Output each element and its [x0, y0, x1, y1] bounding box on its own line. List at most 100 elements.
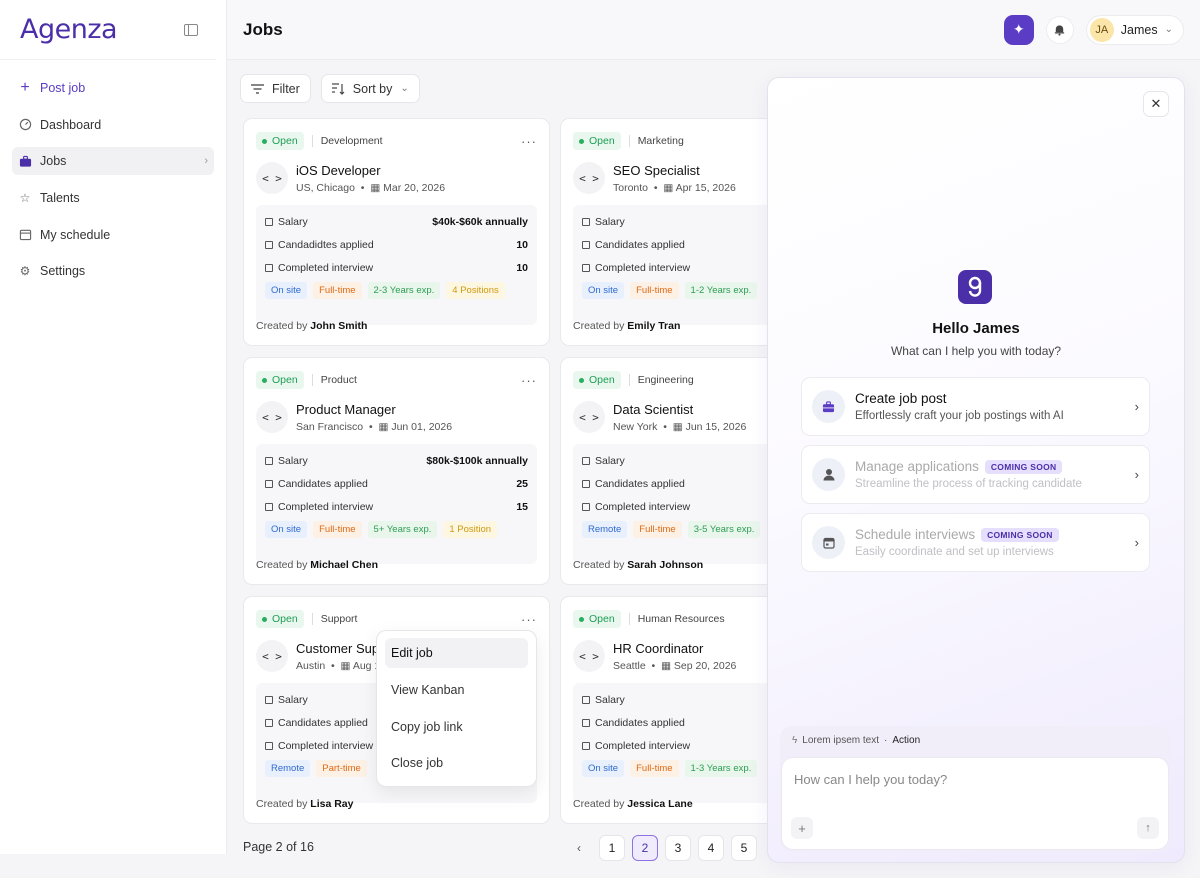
- composer-action-link[interactable]: Action: [892, 735, 920, 746]
- page-button-current[interactable]: 2: [632, 835, 658, 861]
- more-options-icon[interactable]: ···: [521, 134, 537, 149]
- page-button[interactable]: 3: [665, 835, 691, 861]
- users-icon: [582, 480, 590, 489]
- job-card[interactable]: Open Product ··· < > Product Manager San…: [243, 357, 550, 585]
- money-icon: [265, 217, 273, 226]
- stat-label: Candadidtes applied: [278, 239, 374, 252]
- calendar-icon: [812, 526, 845, 559]
- attach-button[interactable]: +: [791, 817, 813, 839]
- calendar-icon: ▦: [370, 181, 381, 194]
- brand-logo[interactable]: Agenza: [20, 14, 118, 45]
- job-meta: Toronto • ▦ Apr 15, 2026: [613, 181, 736, 194]
- prev-page-button[interactable]: ‹: [566, 835, 592, 861]
- sidebar-collapse-icon[interactable]: [184, 23, 198, 36]
- option-title: Create job post: [855, 391, 1064, 406]
- status-dot: [579, 377, 584, 383]
- job-title[interactable]: Data Scientist: [613, 402, 746, 417]
- created-prefix: Created by: [256, 559, 308, 571]
- divider: [311, 374, 313, 386]
- job-category: Development: [320, 135, 383, 147]
- page-button[interactable]: 4: [698, 835, 724, 861]
- assistant-prompt-input[interactable]: [794, 772, 1154, 787]
- job-tag: On site: [582, 282, 625, 300]
- applied-row: Candidates applied 25: [265, 472, 528, 495]
- job-card[interactable]: Open Development ··· < > iOS Developer U…: [243, 118, 550, 346]
- sort-button[interactable]: Sort by ⌄: [320, 74, 420, 103]
- creator-name[interactable]: Jessica Lane: [627, 798, 692, 810]
- creator-name[interactable]: Lisa Ray: [310, 798, 353, 810]
- sidebar-item-my-schedule[interactable]: My schedule: [12, 221, 214, 249]
- sidebar-item-post-job[interactable]: + Post job: [12, 74, 214, 102]
- job-tag: Remote: [582, 521, 628, 539]
- view-kanban-menu-item[interactable]: View Kanban: [385, 675, 528, 705]
- job-title[interactable]: Customer Supp: [296, 641, 386, 656]
- job-title[interactable]: iOS Developer: [296, 163, 445, 178]
- money-icon: [582, 456, 590, 465]
- create-job-post-option[interactable]: Create job post Effortlessly craft your …: [801, 377, 1150, 436]
- job-tag: On site: [265, 521, 308, 539]
- creator-name[interactable]: Emily Tran: [627, 320, 680, 332]
- filter-button[interactable]: Filter: [240, 74, 311, 103]
- option-description: Streamline the process of tracking candi…: [855, 478, 1082, 490]
- creator-name[interactable]: John Smith: [310, 320, 367, 332]
- job-date: Mar 20, 2026: [383, 181, 446, 194]
- sidebar: Agenza + Post job Dashboard Jobs › ☆ Tal…: [0, 0, 227, 854]
- chevron-down-icon: ⌄: [1164, 24, 1173, 35]
- stat-label: Salary: [278, 215, 308, 228]
- calendar-icon: [582, 264, 590, 273]
- status-text: Open: [589, 374, 615, 386]
- close-panel-button[interactable]: ✕: [1143, 91, 1169, 117]
- send-button[interactable]: ↑: [1137, 817, 1159, 839]
- edit-job-menu-item[interactable]: Edit job: [385, 638, 528, 668]
- divider: [311, 613, 313, 625]
- status-text: Open: [272, 135, 298, 147]
- sidebar-item-dashboard[interactable]: Dashboard: [12, 111, 214, 139]
- code-icon: < >: [573, 401, 605, 433]
- notifications-button[interactable]: [1045, 15, 1074, 44]
- job-title[interactable]: HR Coordinator: [613, 641, 736, 656]
- job-title[interactable]: SEO Specialist: [613, 163, 736, 178]
- job-date: Jun 15, 2026: [685, 420, 747, 433]
- job-location: Toronto: [613, 181, 649, 194]
- calendar-icon: [582, 503, 590, 512]
- sidebar-nav: + Post job Dashboard Jobs › ☆ Talents My…: [0, 60, 226, 308]
- creator-name[interactable]: Michael Chen: [310, 559, 378, 571]
- status-dot: [262, 616, 267, 622]
- bell-icon: [1055, 25, 1065, 36]
- job-stats: Salary $80k-$100k annually Candidates app…: [256, 444, 537, 564]
- more-options-icon[interactable]: ···: [521, 373, 537, 388]
- sidebar-item-talents[interactable]: ☆ Talents: [12, 184, 214, 212]
- sidebar-item-settings[interactable]: ⚙ Settings: [12, 257, 214, 285]
- job-title[interactable]: Product Manager: [296, 402, 452, 417]
- stat-label: Completed interview: [595, 501, 691, 514]
- stat-label: Candidates applied: [595, 478, 685, 491]
- user-menu-button[interactable]: JA James ⌄: [1085, 14, 1184, 45]
- creator-name[interactable]: Sarah Johnson: [627, 559, 703, 571]
- ai-assistant-panel: ✕ Hello James What can I help you with t…: [767, 77, 1185, 863]
- page-title: Jobs: [243, 19, 283, 39]
- manage-applications-option[interactable]: Manage applications COMING SOON Streamlin…: [801, 445, 1150, 504]
- completed-value: 10: [516, 262, 528, 275]
- ai-assistant-button[interactable]: ✦: [1003, 14, 1034, 45]
- copy-job-link-menu-item[interactable]: Copy job link: [385, 712, 528, 742]
- page-button[interactable]: 5: [731, 835, 757, 861]
- sidebar-item-jobs[interactable]: Jobs ›: [12, 147, 214, 176]
- created-prefix: Created by: [256, 798, 308, 810]
- status-text: Open: [589, 613, 615, 625]
- plus-icon: +: [798, 820, 806, 836]
- stat-label: Candidates applied: [278, 478, 368, 491]
- calendar-icon: ▦: [378, 420, 389, 433]
- stat-label: Salary: [595, 454, 625, 467]
- page-button[interactable]: 1: [599, 835, 625, 861]
- created-prefix: Created by: [573, 798, 625, 810]
- job-meta: US, Chicago • ▦ Mar 20, 2026: [296, 181, 446, 194]
- job-tag: Full-time: [313, 521, 362, 539]
- sparkle-icon: ✦: [1012, 21, 1025, 37]
- close-job-menu-item[interactable]: Close job: [385, 748, 528, 778]
- schedule-interviews-option[interactable]: Schedule interviews COMING SOON Easily co…: [801, 513, 1150, 572]
- coming-soon-badge: COMING SOON: [984, 459, 1063, 474]
- calendar-icon: [265, 503, 273, 512]
- more-options-icon[interactable]: ···: [521, 612, 537, 627]
- star-icon: ☆: [19, 191, 31, 206]
- applied-value: 25: [516, 478, 528, 491]
